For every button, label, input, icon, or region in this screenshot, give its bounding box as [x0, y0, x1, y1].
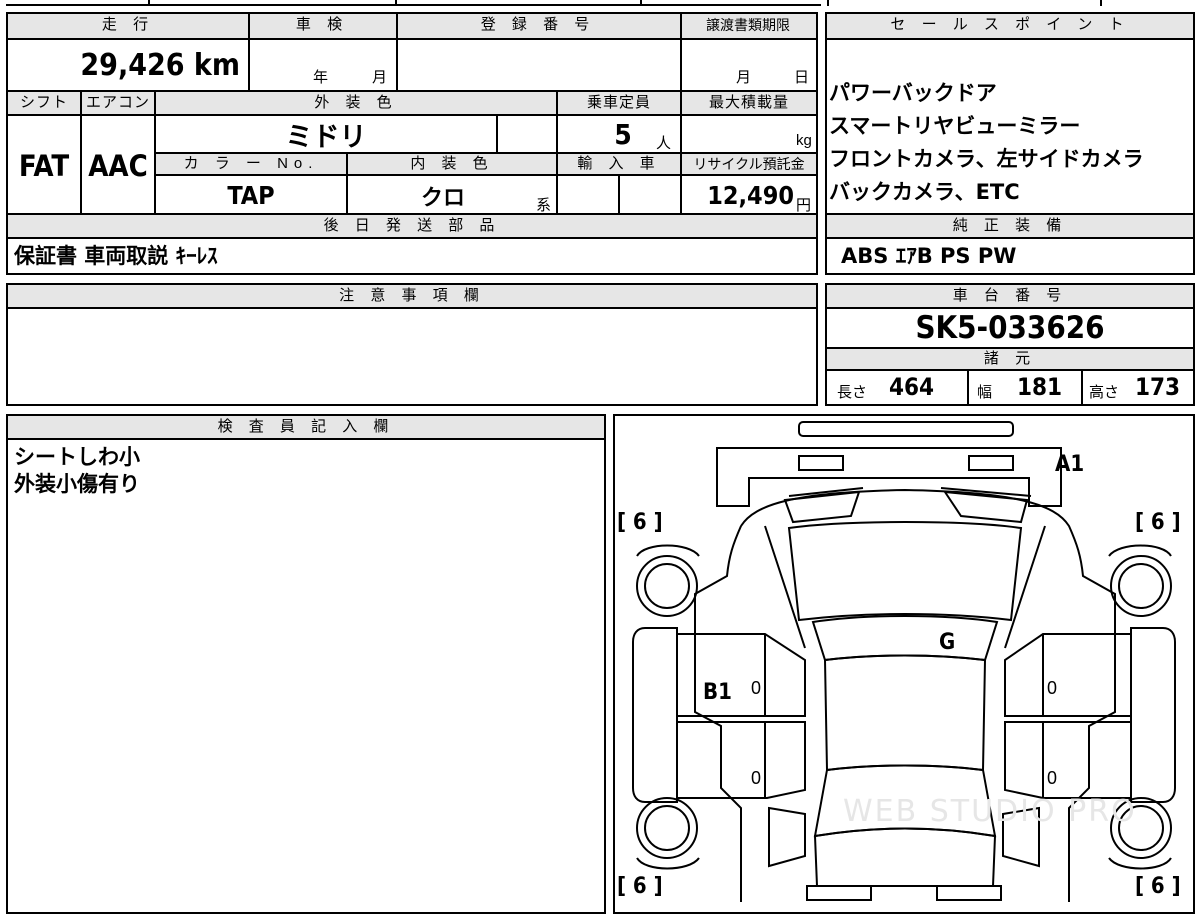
header-notes: 注 意 事 項 欄 — [8, 285, 816, 307]
header-inspector: 検 査 員 記 入 欄 — [8, 416, 604, 438]
capacity-value: 5 — [614, 117, 632, 151]
header-color-no: カ ラ ー No. — [156, 154, 346, 174]
header-later-parts: 後 日 発 送 部 品 — [8, 215, 816, 237]
sales-point-item: フロントカメラ、左サイドカメラ — [829, 147, 1144, 171]
mark-zero: 0 — [1047, 678, 1058, 698]
rear-light-right — [936, 885, 1002, 901]
mark-zero: 0 — [751, 768, 762, 788]
exterior-color-value: ミドリ — [285, 121, 367, 153]
tailgate — [813, 827, 997, 887]
sales-points-box: セ ー ル ス ポ イ ン ト パワーバックドア スマートリヤビューミラー フロ… — [825, 12, 1195, 275]
inspector-note-line: シートしわ小 — [14, 445, 140, 469]
grille-left — [783, 490, 861, 524]
color-no-value: TAP — [227, 181, 275, 210]
mark-tire-front-right: [ 6 ] — [1135, 510, 1181, 535]
top-cut-strip — [0, 0, 1200, 8]
header-exterior-color: 外 装 色 — [156, 92, 556, 114]
mark-tire-rear-right: [ 6 ] — [1135, 874, 1181, 899]
header-max-load: 最大積載量 — [682, 92, 816, 114]
header-import: 輸 入 車 — [558, 154, 680, 174]
aircon-value: AAC — [88, 148, 148, 183]
front-fender-arcs — [636, 544, 1172, 557]
front-bumper-top — [798, 421, 1014, 437]
mark-a1: A1 — [1055, 452, 1085, 477]
inspection-month-unit: 月 — [372, 69, 388, 86]
windshield — [787, 521, 1023, 622]
headlight-right — [968, 455, 1014, 471]
car-diagram-box: WEB STUDIO PRO A1 G B1 [ 6 ] [ 6 ] [ 6 ]… — [613, 414, 1195, 914]
header-standard-equipment: 純 正 装 備 — [827, 215, 1193, 237]
chassis-box: 車 台 番 号 SK5-033626 諸 元 長さ 464 幅 181 高さ 1… — [825, 283, 1195, 406]
header-shift: シフト — [8, 92, 80, 114]
width-label: 幅 — [977, 384, 993, 401]
chassis-number: SK5-033626 — [915, 310, 1105, 346]
max-load-unit: kg — [796, 132, 812, 149]
header-dimensions: 諸 元 — [827, 349, 1193, 369]
headlight-left — [798, 455, 844, 471]
later-parts-value: 保証書 車両取説 ｷｰﾚｽ — [14, 244, 218, 268]
mark-b1: B1 — [703, 680, 732, 705]
rear-light-left — [806, 885, 872, 901]
side-sill-left — [632, 627, 678, 803]
header-capacity: 乗車定員 — [558, 92, 680, 114]
mark-zero: 0 — [751, 678, 762, 698]
mileage-value: 29,426 km — [80, 47, 240, 83]
header-interior-color: 内 装 色 — [348, 154, 556, 174]
standard-equipment-value: ABS ｴｱB PS PW — [841, 244, 1017, 268]
header-chassis: 車 台 番 号 — [827, 285, 1193, 307]
sales-point-item: スマートリヤビューミラー — [829, 114, 1081, 138]
rear-fender-arcs — [636, 857, 1172, 870]
header-transfer-deadline: 譲渡書類期限 — [680, 14, 816, 38]
length-value: 464 — [889, 373, 935, 401]
inspector-box: 検 査 員 記 入 欄 シートしわ小 外装小傷有り — [6, 414, 606, 914]
roof-front — [811, 615, 999, 662]
shift-value: FAT — [18, 148, 70, 183]
a-pillars — [764, 525, 1046, 649]
notes-box: 注 意 事 項 欄 — [6, 283, 818, 406]
front-door-right — [1004, 633, 1132, 717]
header-aircon: エアコン — [82, 92, 154, 114]
mark-zero: 0 — [1047, 768, 1058, 788]
front-door-left — [676, 633, 806, 717]
inspector-note-line: 外装小傷有り — [14, 472, 140, 496]
deadline-day-unit: 日 — [794, 69, 810, 86]
sales-point-item: バックカメラ、ETC — [829, 180, 1020, 204]
width-value: 181 — [1017, 373, 1063, 401]
interior-color-suffix: 系 — [536, 197, 552, 214]
header-recycle: リサイクル預託金 — [682, 154, 816, 174]
mark-tire-front-left: [ 6 ] — [617, 510, 663, 535]
side-sill-right — [1130, 627, 1176, 803]
deadline-month-unit: 月 — [736, 69, 752, 86]
inspection-year-unit: 年 — [313, 69, 329, 86]
recycle-value: 12,490 — [707, 181, 794, 210]
length-label: 長さ — [837, 384, 868, 401]
mark-tire-rear-left: [ 6 ] — [617, 874, 663, 899]
vehicle-info-table: 走 行 車 検 登 録 番 号 譲渡書類期限 29,426 km 年 月 月 日… — [6, 12, 818, 275]
rear-door-right — [1004, 721, 1132, 799]
height-value: 173 — [1135, 373, 1181, 401]
car-diagram — [632, 421, 1176, 902]
interior-color-value: クロ — [420, 185, 465, 211]
rear-door-left — [676, 721, 806, 799]
recycle-unit: 円 — [796, 197, 812, 214]
height-label: 高さ — [1089, 384, 1120, 401]
grille-right — [942, 490, 1029, 524]
sales-point-item: パワーバックドア — [829, 81, 997, 105]
header-sales-points: セ ー ル ス ポ イ ン ト — [827, 14, 1193, 38]
watermark: WEB STUDIO PRO — [843, 794, 1137, 829]
header-inspection: 車 検 — [248, 14, 396, 38]
mark-g: G — [939, 630, 956, 655]
capacity-unit: 人 — [656, 135, 672, 152]
header-registration-number: 登 録 番 号 — [396, 14, 680, 38]
header-mileage: 走 行 — [8, 14, 248, 38]
roof — [823, 654, 987, 772]
